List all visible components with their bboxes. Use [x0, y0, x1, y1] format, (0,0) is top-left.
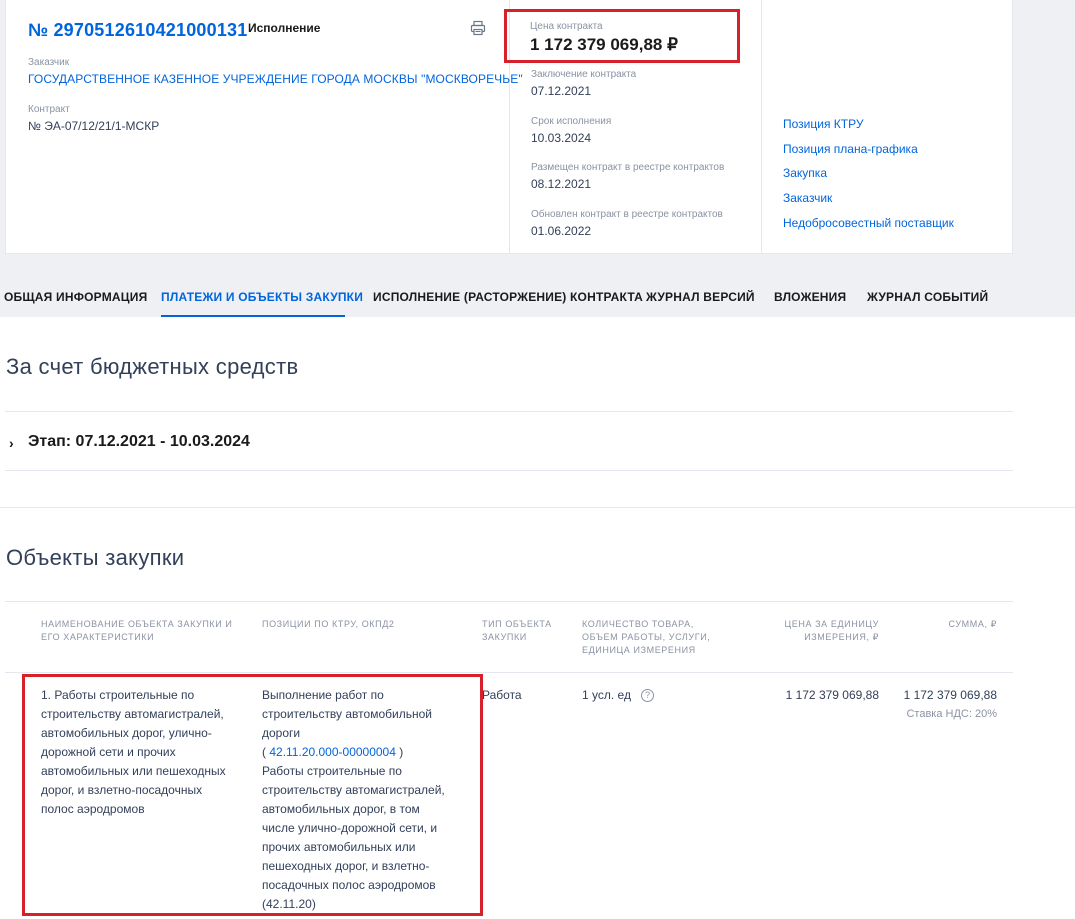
contract-status: Исполнение — [248, 21, 321, 35]
date-label: Срок исполнения — [531, 116, 612, 127]
tab-execution[interactable]: ИСПОЛНЕНИЕ (РАСТОРЖЕНИЕ) КОНТРАКТА — [373, 290, 643, 304]
active-tab-indicator — [161, 315, 345, 317]
chevron-right-icon: › — [9, 435, 14, 451]
divider — [5, 601, 1013, 602]
tab-version-log[interactable]: ЖУРНАЛ ВЕРСИЙ — [646, 290, 755, 304]
divider — [0, 507, 1075, 508]
date-value: 10.03.2024 — [531, 131, 592, 145]
link-purchase[interactable]: Закупка — [783, 166, 827, 180]
contract-number: № ЭА-07/12/21/1-МСКР — [28, 119, 160, 133]
date-value: 07.12.2021 — [531, 84, 592, 98]
print-icon[interactable] — [470, 20, 486, 36]
quantity-cell: 1 усл. ед? — [582, 686, 654, 705]
tab-attachments[interactable]: ВЛОЖЕНИЯ — [774, 290, 846, 304]
price-label: Цена контракта — [530, 21, 603, 32]
link-ktru-position[interactable]: Позиция КТРУ — [783, 117, 863, 131]
column-header-sum: СУММА, ₽ — [948, 619, 997, 629]
column-header-unit-price: ЦЕНА ЗА ЕДИНИЦУ ИЗМЕРЕНИЯ, ₽ — [784, 619, 879, 642]
tab-bar: ОБЩАЯ ИНФОРМАЦИЯ ПЛАТЕЖИ И ОБЪЕКТЫ ЗАКУП… — [0, 280, 1075, 317]
date-value: 01.06.2022 — [531, 224, 592, 238]
link-customer[interactable]: Заказчик — [783, 191, 832, 205]
customer-name-link[interactable]: ГОСУДАРСТВЕННОЕ КАЗЕННОЕ УЧРЕЖДЕНИЕ ГОРО… — [28, 72, 523, 86]
date-value: 08.12.2021 — [531, 177, 592, 191]
tab-event-log[interactable]: ЖУРНАЛ СОБЫТИЙ — [867, 290, 988, 304]
budget-section-title: За счет бюджетных средств — [6, 354, 299, 379]
date-label: Заключение контракта — [531, 69, 637, 80]
vat-rate: Ставка НДС: 20% — [906, 708, 997, 720]
stage-label: Этап: 07.12.2021 - 10.03.2024 — [28, 433, 250, 450]
column-header-type: ТИП ОБЪЕКТА ЗАКУПКИ — [482, 619, 552, 642]
sum-cell: 1 172 379 069,88 — [903, 688, 997, 702]
objects-section-title: Объекты закупки — [6, 545, 185, 570]
customer-label: Заказчик — [28, 57, 70, 68]
divider — [5, 470, 1013, 471]
link-plan-position[interactable]: Позиция плана-графика — [783, 142, 918, 156]
tab-payments-objects[interactable]: ПЛАТЕЖИ И ОБЪЕКТЫ ЗАКУПКИ — [161, 290, 363, 304]
contract-reg-number-link[interactable]: № 2970512610421000131 — [28, 20, 247, 41]
object-highlight — [22, 674, 483, 916]
tab-general-info[interactable]: ОБЩАЯ ИНФОРМАЦИЯ — [4, 290, 147, 304]
divider — [5, 672, 1013, 673]
unit-price-cell: 1 172 379 069,88 — [785, 688, 879, 702]
help-icon[interactable]: ? — [640, 689, 654, 703]
column-header-name: НАИМЕНОВАНИЕ ОБЪЕКТА ЗАКУПКИ И ЕГО ХАРАКТ… — [41, 619, 233, 642]
contract-label: Контракт — [28, 104, 70, 115]
link-unfair-supplier[interactable]: Недобросовестный поставщик — [783, 216, 954, 230]
date-label: Размещен контракт в реестре контрактов — [531, 162, 725, 173]
date-label: Обновлен контракт в реестре контрактов — [531, 209, 723, 220]
stage-accordion[interactable]: › Этап: 07.12.2021 - 10.03.2024 — [5, 412, 1013, 470]
card-divider — [761, 0, 762, 254]
price-value: 1 172 379 069,88 ₽ — [530, 35, 678, 54]
column-header-ktru: ПОЗИЦИИ ПО КТРУ, ОКПД2 — [262, 619, 395, 629]
column-header-quantity: КОЛИЧЕСТВО ТОВАРА, ОБЪЕМ РАБОТЫ, УСЛУГИ, Е… — [582, 619, 711, 655]
object-type-cell: Работа — [482, 688, 522, 702]
